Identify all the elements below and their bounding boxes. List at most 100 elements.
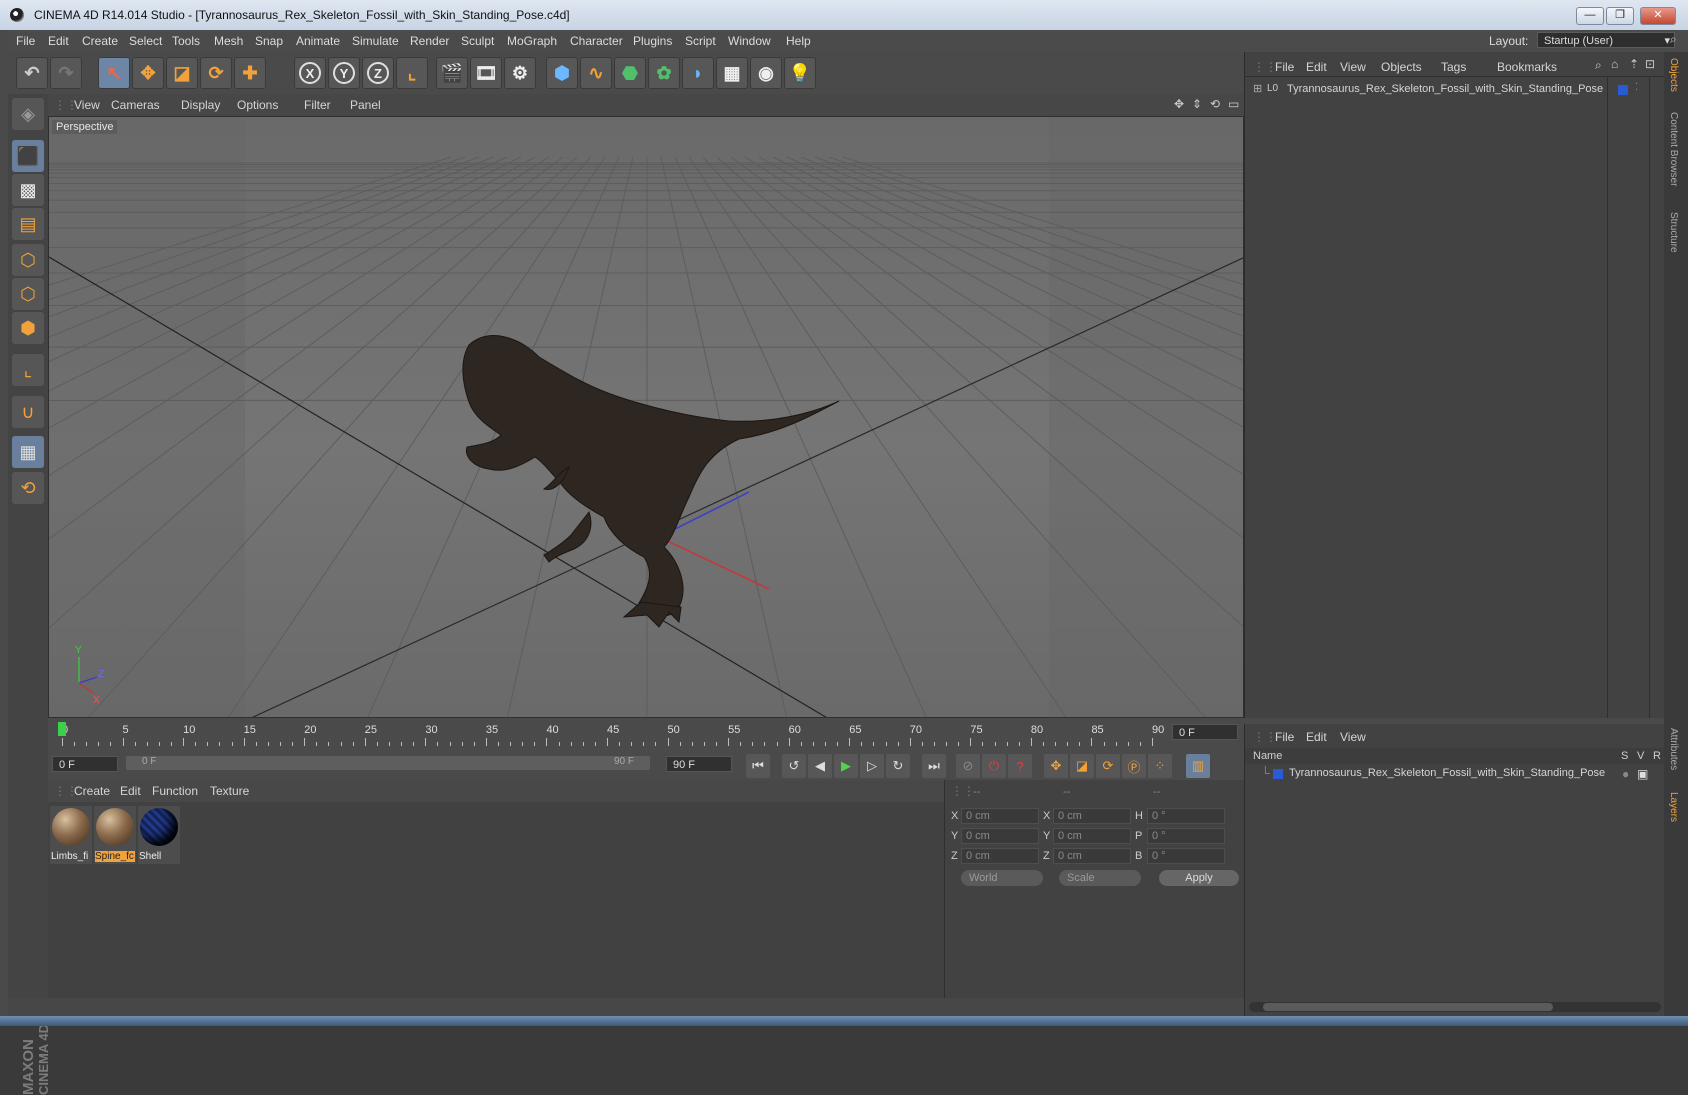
position-x-field[interactable]: 0 cm — [961, 808, 1039, 824]
rotation-b-field[interactable]: 0 ° — [1147, 848, 1225, 864]
apply-button[interactable]: Apply — [1159, 870, 1239, 886]
material-swatch[interactable]: Limbs_fi — [50, 806, 92, 864]
key-parameter-icon[interactable]: Ⓟ — [1122, 754, 1146, 778]
render-picture-viewer-icon[interactable]: 🎞 — [470, 57, 502, 89]
solo-toggle-icon[interactable]: ● — [1622, 767, 1629, 781]
texture-mode-icon[interactable]: ▩ — [12, 174, 44, 206]
close-button[interactable]: ✕ — [1640, 7, 1676, 25]
object-row[interactable]: ⊞ L0 Tyrannosaurus_Rex_Skeleton_Fossil_w… — [1251, 82, 1659, 100]
key-position-icon[interactable]: ✥ — [1044, 754, 1068, 778]
size-x-field[interactable]: 0 cm — [1053, 808, 1131, 824]
menu-mesh[interactable]: Mesh — [214, 34, 243, 48]
planar-workplane-icon[interactable]: ⟲ — [12, 472, 44, 504]
coordinate-mode-dropdown[interactable]: World — [961, 870, 1043, 886]
tab-layers[interactable]: Layers — [1668, 792, 1679, 822]
toggle-view-icon[interactable]: ▭ — [1228, 97, 1239, 111]
deformer-icon[interactable]: ◗ — [682, 57, 714, 89]
tab-structure[interactable]: Structure — [1668, 212, 1679, 253]
visibility-dots-icon[interactable]: ⁚ — [1635, 82, 1638, 93]
tab-attributes[interactable]: Attributes — [1668, 728, 1679, 770]
undo-icon[interactable]: ↶ — [16, 57, 48, 89]
mograph-cloner-icon[interactable]: ✿ — [648, 57, 680, 89]
view-toggle-icon[interactable]: ▣ — [1637, 767, 1648, 781]
tab-content-browser[interactable]: Content Browser — [1668, 112, 1679, 186]
menu-snap[interactable]: Snap — [255, 34, 283, 48]
layer-color-icon[interactable] — [1273, 769, 1283, 779]
layer-row[interactable]: └ Tyrannosaurus_Rex_Skeleton_Fossil_with… — [1245, 766, 1665, 782]
next-key-icon[interactable]: ↻ — [886, 754, 910, 778]
go-to-start-icon[interactable]: ⏮ — [746, 754, 770, 778]
go-to-end-icon[interactable]: ⏭ — [922, 754, 946, 778]
viewport-menu-display[interactable]: Display — [181, 98, 220, 112]
material-menu-edit[interactable]: Edit — [120, 784, 141, 798]
spline-icon[interactable]: ∿ — [580, 57, 612, 89]
render-settings-icon[interactable]: ⚙ — [504, 57, 536, 89]
nurbs-icon[interactable]: ⬣ — [614, 57, 646, 89]
rotate-tool-icon[interactable]: ⟳ — [200, 57, 232, 89]
snap-magnet-icon[interactable]: ∪ — [12, 396, 44, 428]
viewport-menu-view[interactable]: View — [74, 98, 100, 112]
menu-edit[interactable]: Edit — [48, 34, 69, 48]
material-menu-function[interactable]: Function — [152, 784, 198, 798]
size-y-field[interactable]: 0 cm — [1053, 828, 1131, 844]
position-y-field[interactable]: 0 cm — [961, 828, 1039, 844]
layers-menu-view[interactable]: View — [1340, 730, 1366, 744]
menu-create[interactable]: Create — [82, 34, 118, 48]
add-tool-icon[interactable]: ✚ — [234, 57, 266, 89]
objects-menu-view[interactable]: View — [1340, 60, 1366, 74]
key-scale-icon[interactable]: ◪ — [1070, 754, 1094, 778]
model-mode-icon[interactable]: ⬛ — [12, 140, 44, 172]
move-tool-icon[interactable]: ✥ — [132, 57, 164, 89]
range-slider[interactable]: 0 F 90 F — [126, 756, 650, 770]
menu-tools[interactable]: Tools — [172, 34, 200, 48]
trex-model[interactable] — [462, 335, 840, 628]
objects-menu-tags[interactable]: Tags — [1441, 60, 1466, 74]
playhead[interactable] — [58, 722, 66, 736]
objects-menu-file[interactable]: File — [1275, 60, 1294, 74]
pan-view-icon[interactable]: ✥ — [1174, 97, 1184, 111]
viewport-menu-panel[interactable]: Panel — [350, 98, 381, 112]
previous-key-icon[interactable]: ↺ — [782, 754, 806, 778]
light-icon[interactable]: 💡 — [784, 57, 816, 89]
x-axis-toggle[interactable]: X — [294, 57, 326, 89]
menu-script[interactable]: Script — [685, 34, 716, 48]
material-swatch[interactable]: Shell — [138, 806, 180, 864]
minimize-button[interactable]: — — [1576, 7, 1604, 25]
previous-frame-icon[interactable]: ◀ — [808, 754, 832, 778]
menu-plugins[interactable]: Plugins — [633, 34, 672, 48]
autokey-icon[interactable]: ⏻ — [982, 754, 1006, 778]
home-icon[interactable]: ⌂ — [1611, 57, 1618, 71]
key-rotation-icon[interactable]: ⟳ — [1096, 754, 1120, 778]
menu-animate[interactable]: Animate — [296, 34, 340, 48]
live-selection-icon[interactable]: ↖ — [98, 57, 130, 89]
menu-simulate[interactable]: Simulate — [352, 34, 399, 48]
material-menu-texture[interactable]: Texture — [210, 784, 249, 798]
viewport-menu-options[interactable]: Options — [237, 98, 278, 112]
viewport-menu-filter[interactable]: Filter — [304, 98, 331, 112]
layer-color-icon[interactable] — [1618, 85, 1628, 95]
menu-help[interactable]: Help — [786, 34, 811, 48]
layers-menu-edit[interactable]: Edit — [1306, 730, 1327, 744]
menu-window[interactable]: Window — [728, 34, 771, 48]
axis-mode-icon[interactable]: ⌞ — [12, 354, 44, 386]
objects-menu-bookmarks[interactable]: Bookmarks — [1497, 60, 1557, 74]
viewport-menu-cameras[interactable]: Cameras — [111, 98, 160, 112]
keyframe-help-icon[interactable]: ? — [1008, 754, 1032, 778]
menu-select[interactable]: Select — [129, 34, 162, 48]
redo-icon[interactable]: ↷ — [50, 57, 82, 89]
rotate-view-icon[interactable]: ⟲ — [1210, 97, 1220, 111]
layers-menu-file[interactable]: File — [1275, 730, 1294, 744]
scale-tool-icon[interactable]: ◪ — [166, 57, 198, 89]
menu-character[interactable]: Character — [570, 34, 623, 48]
points-mode-icon[interactable]: ⬡ — [12, 244, 44, 276]
horizontal-scrollbar[interactable] — [1249, 1002, 1661, 1012]
expand-icon[interactable]: ⊞ — [1253, 82, 1262, 95]
material-swatch[interactable]: Spine_fc — [94, 806, 136, 864]
edges-mode-icon[interactable]: ⬡ — [12, 278, 44, 310]
make-editable-icon[interactable]: ◈ — [12, 98, 44, 130]
next-frame-icon[interactable]: ▷ — [860, 754, 884, 778]
cube-primitive-icon[interactable]: ⬢ — [546, 57, 578, 89]
search-icon[interactable]: ⌕ — [1670, 32, 1677, 47]
objects-menu-edit[interactable]: Edit — [1306, 60, 1327, 74]
new-panel-icon[interactable]: ⊡ — [1645, 57, 1655, 71]
